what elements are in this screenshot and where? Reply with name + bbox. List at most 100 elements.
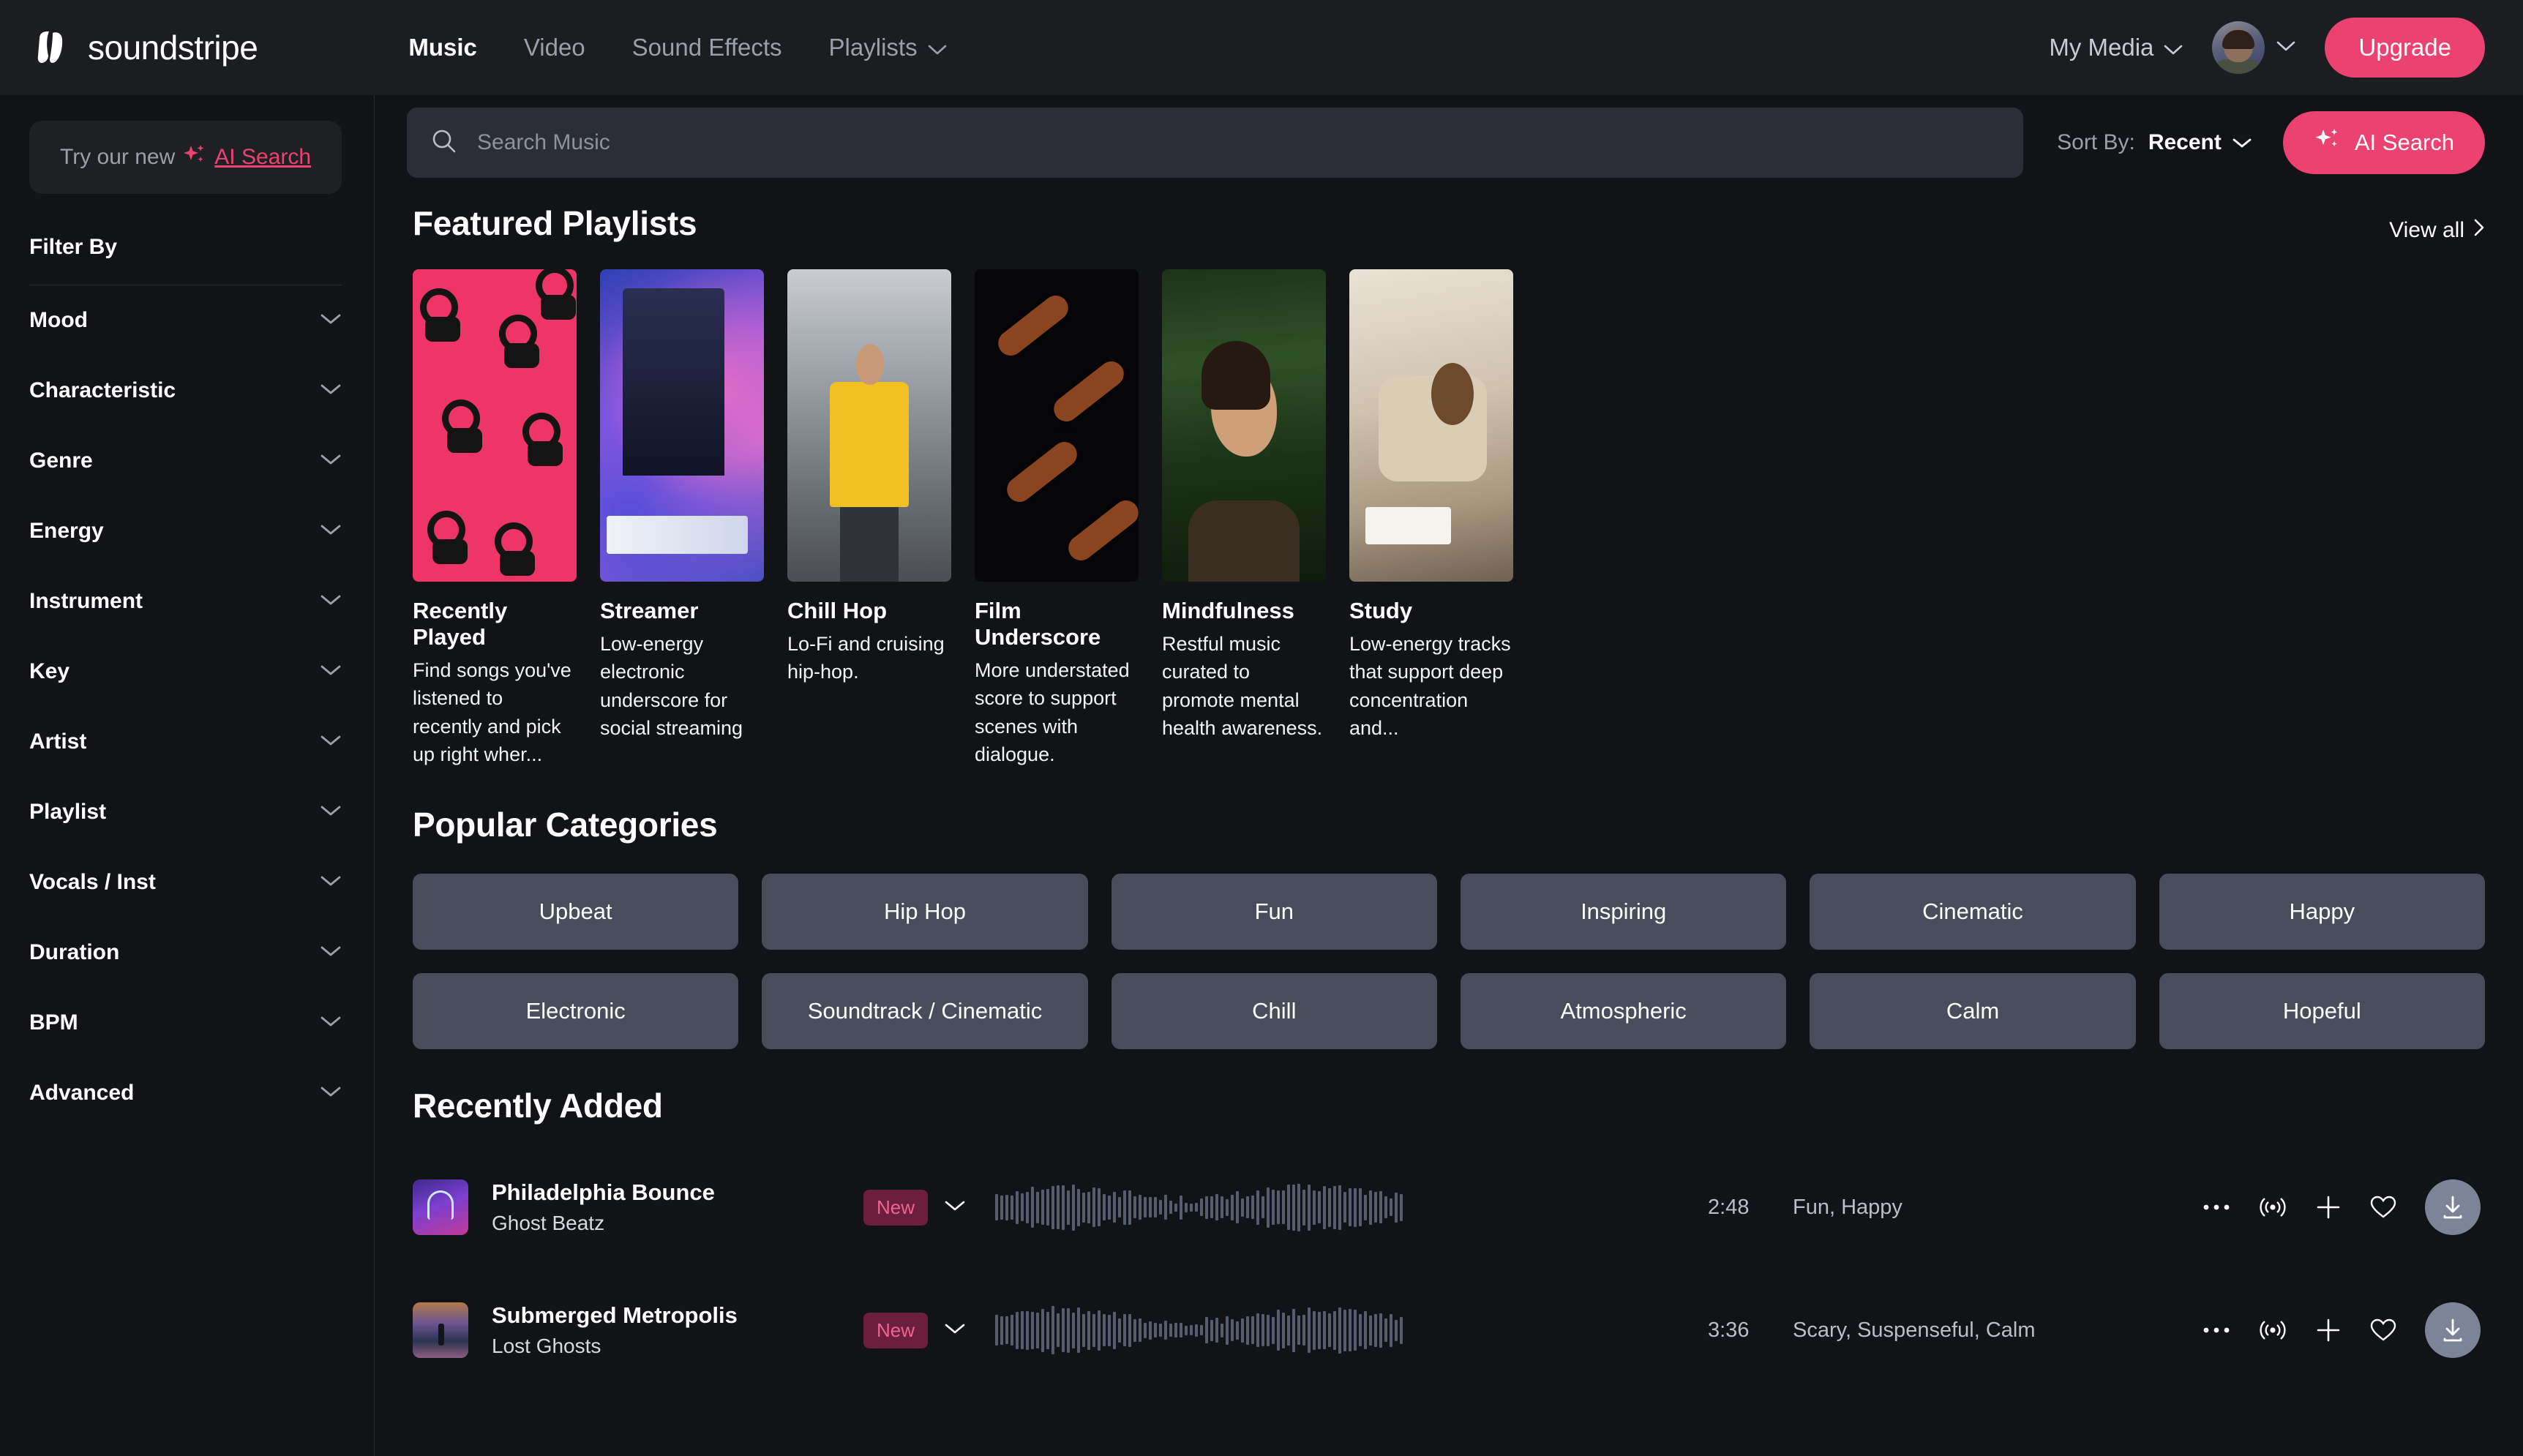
waveform-bar xyxy=(1011,1196,1013,1220)
filter-mood[interactable]: Mood xyxy=(29,285,342,356)
track-duration: 2:48 xyxy=(1683,1196,1793,1220)
filter-playlist[interactable]: Playlist xyxy=(29,777,342,847)
waveform-bar xyxy=(1395,1193,1398,1223)
waveform-bar xyxy=(1241,1198,1244,1217)
waveform-bar xyxy=(1041,1309,1044,1352)
sort-by-dropdown[interactable]: Recent xyxy=(2148,130,2252,155)
filter-vocals-inst[interactable]: Vocals / Inst xyxy=(29,847,342,917)
similar-tracks-icon[interactable] xyxy=(2258,1318,2287,1343)
track-artwork[interactable] xyxy=(413,1179,468,1235)
waveform-bar xyxy=(1016,1191,1019,1224)
category-inspiring[interactable]: Inspiring xyxy=(1461,874,1786,950)
filter-genre[interactable]: Genre xyxy=(29,426,342,496)
filter-label: Instrument xyxy=(29,589,143,614)
filter-duration[interactable]: Duration xyxy=(29,917,342,988)
chevron-down-icon xyxy=(320,312,342,329)
view-all-link[interactable]: View all xyxy=(2389,218,2485,243)
playlist-thumbnail xyxy=(600,269,764,582)
playlist-card-mindfulness[interactable]: Mindfulness Restful music curated to pro… xyxy=(1162,269,1326,768)
nav-item-music[interactable]: Music xyxy=(408,34,477,61)
table-row[interactable]: Philadelphia Bounce Ghost Beatz New 2:48 xyxy=(413,1146,2485,1269)
nav-item-playlists[interactable]: Playlists xyxy=(829,34,947,61)
search-input[interactable] xyxy=(477,130,2000,155)
waveform-bar xyxy=(1395,1320,1398,1341)
featured-playlists-title: Featured Playlists xyxy=(413,203,697,243)
waveform-bar xyxy=(1169,1201,1172,1214)
chevron-down-icon[interactable] xyxy=(944,1322,966,1339)
upgrade-button[interactable]: Upgrade xyxy=(2325,18,2485,78)
playlist-card-streamer[interactable]: Streamer Low-energy electronic underscor… xyxy=(600,269,764,768)
filter-key[interactable]: Key xyxy=(29,637,342,707)
waveform-bar xyxy=(1343,1192,1346,1223)
add-to-playlist-icon[interactable] xyxy=(2315,1317,2342,1343)
ai-search-button[interactable]: AI Search xyxy=(2283,111,2485,174)
filter-bpm[interactable]: BPM xyxy=(29,988,342,1058)
waveform-bar xyxy=(1333,1186,1336,1229)
search-field-wrapper[interactable] xyxy=(407,108,2023,178)
waveform-bar xyxy=(1026,1192,1029,1223)
playlist-name: Recently Played xyxy=(413,598,577,650)
avatar xyxy=(2212,21,2265,74)
category-fun[interactable]: Fun xyxy=(1111,874,1437,950)
category-cinematic[interactable]: Cinematic xyxy=(1810,874,2135,950)
category-happy[interactable]: Happy xyxy=(2159,874,2485,950)
category-upbeat[interactable]: Upbeat xyxy=(413,874,738,950)
category-soundtrack-cinematic[interactable]: Soundtrack / Cinematic xyxy=(762,973,1087,1049)
chevron-down-icon[interactable] xyxy=(944,1199,966,1216)
account-menu[interactable] xyxy=(2212,21,2295,74)
nav-item-video[interactable]: Video xyxy=(524,34,585,61)
status-badge[interactable]: New xyxy=(863,1190,928,1226)
track-tags: Fun, Happy xyxy=(1793,1196,2203,1220)
filter-characteristic[interactable]: Characteristic xyxy=(29,356,342,426)
chevron-right-icon xyxy=(2473,218,2485,243)
nav-right-group: My Media Upgrade xyxy=(2049,18,2485,78)
waveform-bar xyxy=(1082,1193,1085,1223)
filter-instrument[interactable]: Instrument xyxy=(29,566,342,637)
ai-search-promo[interactable]: Try our new AI Search xyxy=(29,121,342,194)
playlist-card-film-underscore[interactable]: Film Underscore More understated score t… xyxy=(975,269,1139,768)
waveform-bar xyxy=(1057,1313,1060,1347)
playlist-card-study[interactable]: Study Low-energy tracks that support dee… xyxy=(1349,269,1513,768)
waveform-bar xyxy=(1190,1204,1193,1212)
waveform-bar xyxy=(1077,1307,1080,1353)
waveform-bar xyxy=(1333,1311,1336,1350)
waveform-bar xyxy=(1313,1190,1316,1225)
category-hopeful[interactable]: Hopeful xyxy=(2159,973,2485,1049)
playlist-card-recently-played[interactable]: Recently Played Find songs you've listen… xyxy=(413,269,577,768)
ai-search-promo-link[interactable]: AI Search xyxy=(214,145,311,170)
nav-item-sound-effects[interactable]: Sound Effects xyxy=(632,34,782,61)
category-atmospheric[interactable]: Atmospheric xyxy=(1461,973,1786,1049)
more-options-icon[interactable] xyxy=(2203,1326,2230,1335)
filter-artist[interactable]: Artist xyxy=(29,707,342,777)
track-artwork[interactable] xyxy=(413,1302,468,1358)
track-waveform[interactable] xyxy=(995,1179,1683,1235)
favorite-heart-icon[interactable] xyxy=(2369,1318,2397,1343)
favorite-heart-icon[interactable] xyxy=(2369,1195,2397,1220)
waveform-bar xyxy=(1384,1196,1387,1218)
waveform-bar xyxy=(1349,1309,1352,1351)
waveform-bar xyxy=(1282,1190,1285,1224)
waveform-bar xyxy=(1062,1185,1065,1230)
more-options-icon[interactable] xyxy=(2203,1203,2230,1212)
category-chill[interactable]: Chill xyxy=(1111,973,1437,1049)
category-hip-hop[interactable]: Hip Hop xyxy=(762,874,1087,950)
category-calm[interactable]: Calm xyxy=(1810,973,2135,1049)
status-badge[interactable]: New xyxy=(863,1313,928,1348)
filter-label: Genre xyxy=(29,449,93,473)
waveform-bar xyxy=(1200,1198,1203,1216)
category-electronic[interactable]: Electronic xyxy=(413,973,738,1049)
add-to-playlist-icon[interactable] xyxy=(2315,1194,2342,1220)
waveform-bar xyxy=(1256,1313,1259,1347)
download-button[interactable] xyxy=(2425,1179,2481,1235)
track-waveform[interactable] xyxy=(995,1302,1683,1358)
brand-logo[interactable]: soundstripe xyxy=(32,26,258,69)
download-button[interactable] xyxy=(2425,1302,2481,1358)
filter-energy[interactable]: Energy xyxy=(29,496,342,566)
waveform-bar xyxy=(1277,1190,1280,1224)
filter-advanced[interactable]: Advanced xyxy=(29,1058,342,1128)
table-row[interactable]: Submerged Metropolis Lost Ghosts New 3:3… xyxy=(413,1269,2485,1392)
waveform-bar xyxy=(1082,1314,1085,1347)
similar-tracks-icon[interactable] xyxy=(2258,1195,2287,1220)
my-media-menu[interactable]: My Media xyxy=(2049,34,2183,61)
playlist-card-chill-hop[interactable]: Chill Hop Lo-Fi and cruising hip-hop. xyxy=(787,269,951,768)
